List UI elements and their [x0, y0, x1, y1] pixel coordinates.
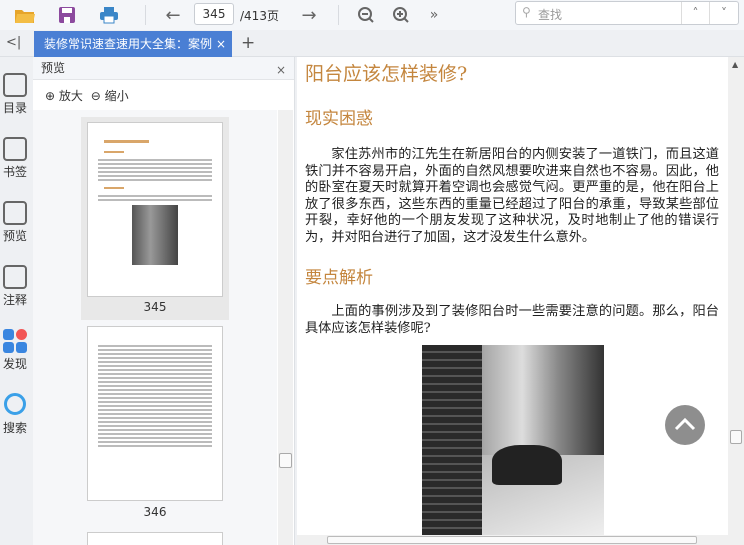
search-box[interactable]: ⚲ 查找 ˄ ˅	[515, 1, 739, 25]
prev-page-icon[interactable]: ←	[160, 3, 186, 27]
note-icon	[3, 265, 27, 289]
page-total: /413页	[240, 9, 279, 23]
search-icon: ⚲	[522, 5, 531, 19]
thumbnail-page[interactable]	[87, 326, 223, 501]
page-number-input[interactable]: 345	[194, 3, 234, 25]
thumbnail-page[interactable]	[87, 122, 223, 297]
collapse-sidebar-button[interactable]: <|	[6, 35, 21, 50]
zoom-in-button[interactable]: ⊕ 放大	[45, 89, 83, 103]
thumbnail-list: 345 346	[33, 110, 277, 545]
tab-bar: <| 装修常识速查速用大全集：案例 × +	[0, 30, 744, 57]
preview-header: 预览 ×	[33, 57, 294, 80]
close-preview-icon[interactable]: ×	[276, 59, 286, 81]
open-folder-icon[interactable]	[12, 3, 38, 27]
search-icon	[4, 393, 26, 415]
sidebar-item-discover[interactable]: 发现	[0, 329, 30, 372]
pages-icon	[3, 201, 27, 225]
section-heading: 要点解析	[305, 268, 373, 288]
thumbnail-page-number: 345	[143, 300, 167, 314]
search-prev-button[interactable]: ˄	[681, 2, 709, 24]
document-scrollbar[interactable]: ▲	[728, 57, 744, 545]
scroll-up-icon[interactable]: ▲	[732, 60, 738, 69]
balcony-photo	[422, 345, 604, 535]
scroll-thumb[interactable]	[730, 430, 742, 444]
sidebar-label: 目录	[2, 101, 27, 115]
scroll-thumb[interactable]	[327, 536, 697, 544]
search-input[interactable]: 查找	[538, 6, 562, 23]
thumbnail-page[interactable]	[87, 532, 223, 545]
chevron-up-icon	[674, 417, 696, 431]
scroll-thumb[interactable]	[279, 453, 292, 468]
sidebar-label: 书签	[2, 165, 27, 179]
search-next-button[interactable]: ˅	[709, 2, 738, 24]
tab-label: 装修常识速查速用大全集：案例	[44, 37, 213, 51]
preview-scrollbar[interactable]	[278, 110, 293, 545]
zoom-out-label: 缩小	[104, 89, 129, 103]
next-page-icon[interactable]: →	[296, 3, 322, 27]
list-icon	[3, 73, 27, 97]
apps-icon	[3, 329, 27, 353]
zoom-in-icon[interactable]	[388, 3, 414, 27]
preview-panel: 预览 × ⊕ 放大 ⊖ 缩小 345 346	[33, 57, 295, 545]
sidebar-label: 发现	[2, 357, 27, 371]
new-tab-button[interactable]: +	[241, 33, 255, 53]
sidebar-item-search[interactable]: 搜索	[0, 393, 30, 436]
sidebar-item-notes[interactable]: 注释	[0, 265, 30, 308]
print-icon[interactable]	[96, 3, 122, 27]
more-button[interactable]: »	[424, 3, 444, 27]
sidebar-label: 注释	[2, 293, 27, 307]
paragraph: 上面的事例涉及到了装修阳台时一些需要注意的问题。那么，阳台具体应该怎样装修呢?	[305, 304, 719, 336]
paragraph: 家住苏州市的江先生在新居阳台的内侧安装了一道铁门，而且这道铁门并不容易开启，外面…	[305, 147, 719, 245]
preview-title: 预览	[41, 61, 66, 75]
tab-document[interactable]: 装修常识速查速用大全集：案例 ×	[34, 31, 232, 57]
sidebar-item-bookmarks[interactable]: 书签	[0, 137, 30, 180]
sidebar-item-toc[interactable]: 目录	[0, 73, 30, 116]
sidebar-label: 搜索	[2, 421, 27, 435]
back-to-top-button[interactable]	[665, 405, 705, 445]
doc-title: 阳台应该怎样装修?	[305, 63, 468, 85]
section-heading: 现实困惑	[305, 109, 373, 129]
sidebar-label: 预览	[2, 229, 27, 243]
left-sidebar: 目录 书签 预览 注释 发现 搜索	[0, 57, 33, 545]
save-icon[interactable]	[54, 3, 80, 27]
zoom-out-icon[interactable]	[353, 3, 379, 27]
document-page: 阳台应该怎样装修? 现实困惑 家住苏州市的江先生在新居阳台的内侧安装了一道铁门，…	[297, 57, 728, 535]
horizontal-scrollbar[interactable]	[297, 535, 728, 545]
close-tab-icon[interactable]: ×	[212, 31, 226, 57]
thumbnail-page-number: 346	[143, 505, 167, 519]
zoom-in-label: 放大	[58, 89, 83, 103]
zoom-out-button[interactable]: ⊖ 缩小	[91, 89, 129, 103]
sidebar-item-preview[interactable]: 预览	[0, 201, 30, 244]
preview-zoom-row: ⊕ 放大 ⊖ 缩小	[33, 80, 294, 110]
toolbar: ← 345 /413页 → » ⚲ 查找 ˄ ˅	[0, 0, 744, 30]
bookmark-icon	[3, 137, 27, 161]
